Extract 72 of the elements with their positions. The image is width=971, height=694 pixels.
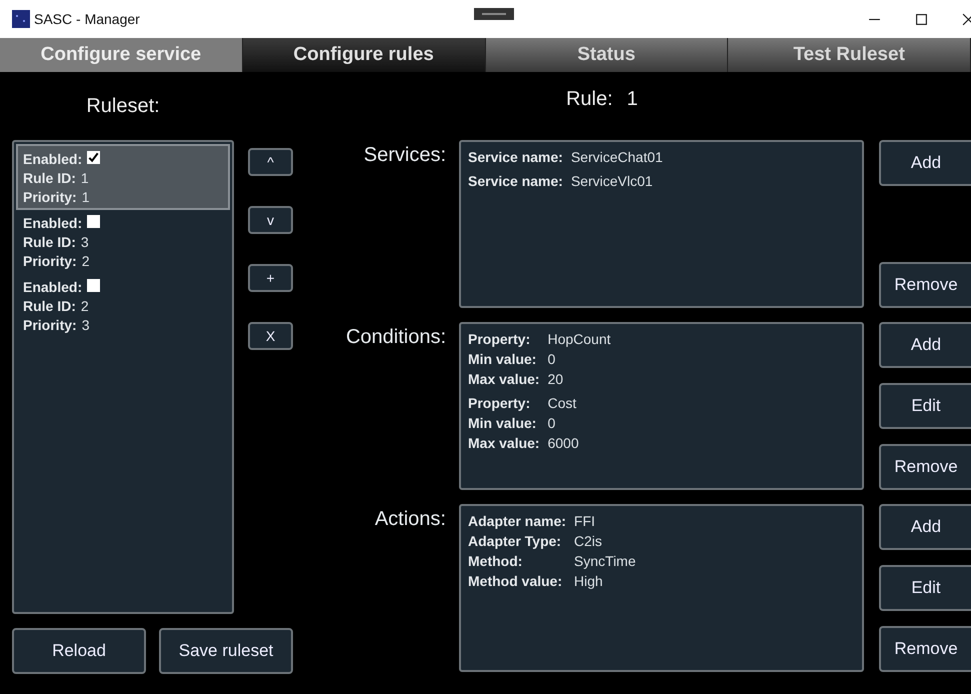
section-label: Services: [362, 143, 446, 168]
rule-list-item[interactable]: Enabled: Rule ID: 1 Priority: 1 [16, 144, 230, 210]
field-value: 2 [80, 298, 89, 314]
field-label: Property: [468, 394, 532, 412]
maximize-icon[interactable] [915, 12, 928, 26]
field-value: 2 [82, 252, 90, 268]
section-button[interactable]: Remove [879, 262, 971, 308]
section-button[interactable]: Remove [879, 626, 971, 672]
section-label: Conditions: [344, 325, 446, 350]
field-label: Min value: [468, 350, 538, 368]
field-value: ServiceChat01 [570, 148, 663, 166]
field-label: Adapter Type: [468, 532, 562, 550]
field-value: 3 [82, 316, 90, 332]
checkbox[interactable] [87, 214, 100, 228]
section-label: Actions: [374, 507, 446, 532]
field-value: 0 [548, 350, 556, 368]
field-value: HopCount [548, 330, 611, 348]
field-label: Priority: [23, 316, 77, 332]
field-value: 3 [80, 234, 89, 250]
field-label: Enabled: [23, 214, 82, 230]
field-label: Service name: [468, 148, 563, 166]
field-label: Min value: [468, 414, 538, 432]
checkbox[interactable] [87, 150, 100, 164]
list-order-button[interactable]: v [248, 206, 293, 234]
field-value: Cost [548, 394, 578, 412]
field-value: SyncTime [574, 552, 636, 570]
rule-list-item[interactable]: Enabled: Rule ID: 2 Priority: 3 [16, 272, 230, 338]
section-button[interactable]: Add [879, 322, 971, 368]
section-button[interactable]: Edit [879, 565, 971, 611]
rule-label: Rule: [566, 88, 613, 110]
field-label: Max value: [468, 434, 540, 452]
handle-icon[interactable] [474, 8, 514, 20]
field-value: FFI [574, 512, 596, 530]
field-label: Enabled: [23, 150, 82, 166]
field-value: C2is [574, 532, 604, 550]
field-value: High [574, 572, 604, 590]
field-value: 1 [80, 170, 89, 186]
footer-button[interactable]: Save ruleset [159, 628, 293, 674]
field-label: Adapter name: [468, 512, 566, 530]
section-button[interactable]: Remove [879, 444, 971, 490]
field-value: 20 [548, 370, 564, 388]
field-value: 6000 [548, 434, 579, 452]
section-button[interactable]: Edit [879, 383, 971, 429]
field-label: Property: [468, 330, 532, 348]
ruleset-heading: Ruleset: [85, 94, 161, 118]
field-value: ServiceVlc01 [570, 172, 653, 190]
field-label: Method value: [468, 572, 564, 590]
tab[interactable]: Status [486, 38, 728, 72]
field-label: Priority: [23, 188, 77, 204]
field-value: 0 [548, 414, 556, 432]
tab[interactable]: Configure rules [242, 38, 486, 72]
list-order-button[interactable]: + [248, 264, 293, 292]
rule-number: 1 [626, 88, 638, 110]
field-label: Rule ID: [23, 234, 76, 250]
field-label: Enabled: [23, 278, 82, 294]
field-label: Rule ID: [23, 298, 76, 314]
list-order-button[interactable]: ^ [248, 148, 293, 176]
window-title: SASC - Manager [34, 11, 140, 27]
rule-list-item[interactable]: Enabled: Rule ID: 3 Priority: 2 [16, 208, 230, 274]
field-label: Method: [468, 552, 524, 570]
field-label: Service name: [468, 172, 563, 190]
app-icon [12, 10, 30, 28]
tab[interactable]: Test Ruleset [728, 38, 971, 72]
list-order-button[interactable]: X [248, 322, 293, 350]
field-value: 1 [82, 188, 90, 204]
field-label: Max value: [468, 370, 540, 388]
field-label: Priority: [23, 252, 77, 268]
field-label: Rule ID: [23, 170, 76, 186]
footer-button[interactable]: Reload [12, 628, 146, 674]
section-button[interactable]: Add [879, 140, 971, 186]
checkbox[interactable] [87, 278, 100, 292]
section-button[interactable]: Add [879, 504, 971, 550]
